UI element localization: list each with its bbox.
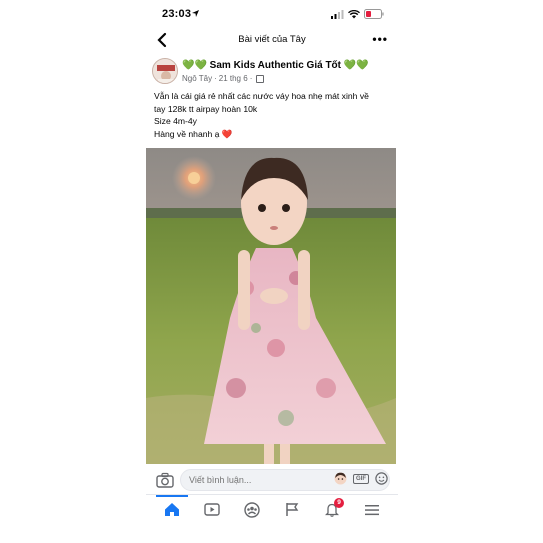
status-time: 23:03 [162,8,192,20]
tab-menu[interactable] [356,496,388,524]
phone-screen: 23:03 Bài viết của Tây ••• 💚💚 Sam Kids A… [146,0,398,543]
post-caption: Vẫn là cái giá rẻ nhất các nước váy hoa … [154,90,392,140]
nav-header: Bài viết của Tây ••• [146,28,398,54]
camera-icon[interactable] [156,472,174,488]
caption-line: Vẫn là cái giá rẻ nhất các nước váy hoa … [154,91,369,101]
comment-bar: GIF [146,467,398,493]
signal-icon [331,9,344,19]
post-meta: Ngô Tây · 21 thg 6 · [182,74,265,83]
more-options-button[interactable]: ••• [372,32,388,46]
tab-watch[interactable] [196,496,228,524]
meta-separator: · [214,74,217,83]
pages-flag-icon [286,503,299,516]
page-avatar[interactable] [152,58,178,84]
child-in-floral-dress-photo [146,148,396,464]
status-icons [331,9,384,19]
location-arrow-icon [192,10,199,17]
caption-line: Hàng về nhanh ạ ❤️ [154,128,233,139]
post-header: 💚💚 Sam Kids Authentic Giá Tốt 💚💚 Ngô Tây… [152,58,392,88]
home-icon [165,503,179,516]
groups-icon [244,501,260,518]
comment-input-icons: GIF [334,472,388,485]
bottom-tab-bar: 9 [146,494,398,524]
caption-line: tay 128k tt airpay hoàn 10k [154,103,258,114]
battery-icon [364,9,384,19]
watch-icon [204,503,220,516]
gif-icon[interactable]: GIF [353,473,369,484]
post-date[interactable]: 21 thg 6 [219,74,248,83]
caption-line: Size 4m-4y [154,116,197,127]
tab-groups[interactable] [236,496,268,524]
meta-separator: · [249,74,253,83]
wifi-icon [348,9,360,18]
avatar-image-icon [153,59,177,83]
page-title: Bài viết của Tây [238,34,306,45]
avatar-sticker-icon[interactable] [334,472,347,485]
status-bar: 23:03 [146,0,398,28]
tab-pages[interactable] [276,496,308,524]
tab-home[interactable] [156,494,188,524]
page-name-link[interactable]: 💚💚 Sam Kids Authentic Giá Tốt 💚💚 [182,60,369,71]
post-photo[interactable] [146,148,396,464]
post-author[interactable]: Ngô Tây [182,74,212,83]
menu-icon [365,504,379,515]
tab-notifications[interactable]: 9 [316,496,348,524]
notification-count-badge: 9 [334,497,344,508]
emoji-icon[interactable] [375,472,388,485]
audience-icon [256,74,265,83]
